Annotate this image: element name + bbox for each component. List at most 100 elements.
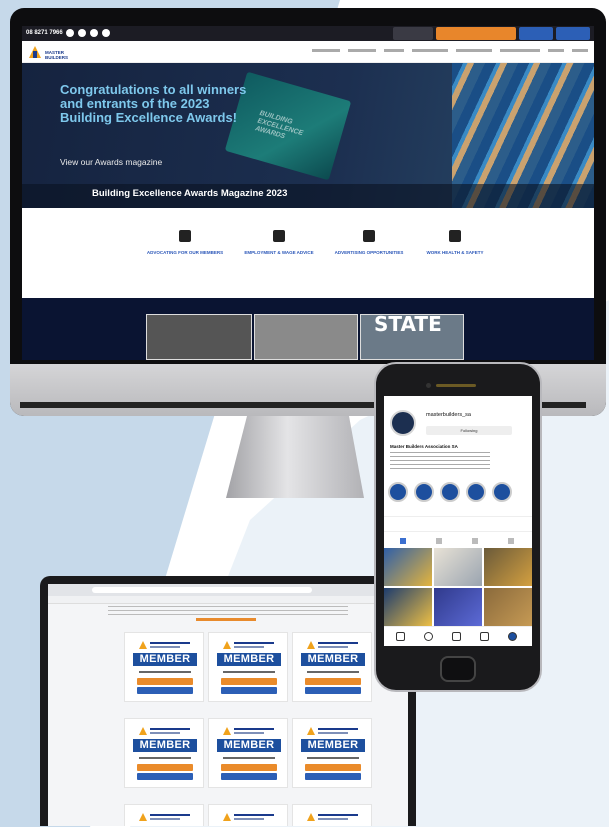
play-icon [363,230,375,242]
feature-advocating[interactable]: ADVOCATING FOR OUR MEMBERS [140,230,230,256]
feature-advertising[interactable]: ADVERTISING OPPORTUNITIES [324,230,414,256]
download-button[interactable] [221,764,277,771]
member-card: MEMBER [124,632,204,702]
shop-icon[interactable] [480,632,489,641]
home-icon[interactable] [396,632,405,641]
member-card: MEMBER [124,718,204,788]
phone-speaker [436,384,476,387]
member-badge: MEMBER [217,653,281,666]
details-button[interactable] [221,687,277,694]
download-button[interactable] [221,678,277,685]
story-highlight[interactable] [388,482,408,502]
home-button[interactable] [440,656,476,682]
main-menu [312,49,588,52]
member-badge: MEMBER [301,653,365,666]
footer-thumbnail[interactable] [146,314,252,360]
story-highlight[interactable] [466,482,486,502]
following-button[interactable]: Following [426,426,512,435]
hero-caption[interactable]: Building Excellence Awards Magazine 2023 [92,188,287,199]
member-badge: MEMBER [133,739,197,752]
hero-title: Congratulations to all winners and entra… [60,82,247,125]
reels-tab-icon[interactable] [436,538,442,544]
megaphone-icon [179,230,191,242]
topbar-button-2[interactable] [436,27,516,40]
mbsa-logo [223,727,275,735]
search-icon[interactable] [424,632,433,641]
stat-posts[interactable] [390,519,430,524]
member-card: MEMBER [208,632,288,702]
address-bar[interactable] [92,587,312,593]
feature-label: EMPLOYMENT & WAGE ADVICE [244,250,314,255]
features-section: ADVOCATING FOR OUR MEMBERS EMPLOYMENT & … [22,208,594,298]
posts-grid [384,548,532,626]
details-button[interactable] [221,773,277,780]
download-button[interactable] [137,764,193,771]
logo-mark-icon [29,46,41,58]
details-button[interactable] [137,773,193,780]
menu-item[interactable] [384,49,404,52]
menu-item[interactable] [572,49,588,52]
tagged-tab-icon[interactable] [508,538,514,544]
mbsa-logo [139,641,191,649]
site-topbar: 08 8271 7966 [22,26,594,41]
profile-avatar[interactable] [390,410,416,436]
story-highlight[interactable] [492,482,512,502]
footer-thumbnail[interactable] [254,314,358,360]
instagram-icon[interactable] [90,29,98,37]
download-button[interactable] [137,678,193,685]
youtube-icon[interactable] [102,29,110,37]
menu-item[interactable] [456,49,492,52]
logo-text: MASTER BUILDERS [45,50,69,60]
menu-item[interactable] [312,49,340,52]
phone-number[interactable]: 08 8271 7966 [26,30,63,36]
mbsa-logo [139,813,191,821]
member-name [307,757,359,759]
bottom-nav [384,626,532,646]
feature-label: ADVERTISING OPPORTUNITIES [334,250,404,255]
profile-bio [390,452,490,470]
menu-item[interactable] [348,49,376,52]
profile-icon[interactable] [508,632,517,641]
reels-icon[interactable] [452,632,461,641]
menu-item[interactable] [500,49,540,52]
story-highlight[interactable] [414,482,434,502]
stat-followers[interactable] [438,519,478,524]
post-thumbnail[interactable] [484,548,532,586]
feature-employment[interactable]: EMPLOYMENT & WAGE ADVICE [234,230,324,256]
download-button[interactable] [305,678,361,685]
details-button[interactable] [305,687,361,694]
post-thumbnail[interactable] [384,548,432,586]
site-logo[interactable]: MASTER BUILDERS [28,45,72,60]
profile-tabs [384,536,532,546]
post-thumbnail[interactable] [484,588,532,626]
details-button[interactable] [305,773,361,780]
intro-link[interactable] [196,618,256,621]
topbar-button-1[interactable] [393,27,433,40]
story-highlight[interactable] [440,482,460,502]
mbsa-logo [223,641,275,649]
menu-item[interactable] [548,49,564,52]
topbar-button-4[interactable] [556,27,590,40]
post-thumbnail[interactable] [434,588,482,626]
member-name [139,757,191,759]
download-button[interactable] [305,764,361,771]
grid-tab-icon[interactable] [400,538,406,544]
topbar-buttons [393,27,590,40]
menu-item[interactable] [412,49,448,52]
guides-tab-icon[interactable] [472,538,478,544]
details-button[interactable] [137,687,193,694]
facebook-icon[interactable] [66,29,74,37]
post-thumbnail[interactable] [384,588,432,626]
site-nav: MASTER BUILDERS [22,41,594,63]
feature-whs[interactable]: WORK HEALTH & SAFETY [410,230,500,256]
linkedin-icon[interactable] [78,29,86,37]
topbar-button-3[interactable] [519,27,553,40]
member-badge: MEMBER [217,739,281,752]
stat-following[interactable] [486,519,526,524]
post-thumbnail[interactable] [434,548,482,586]
worker-icon [273,230,285,242]
member-card: MEMBER [292,632,372,702]
member-card: MEMBER [208,718,288,788]
member-name [223,757,275,759]
mbsa-logo [307,727,359,735]
